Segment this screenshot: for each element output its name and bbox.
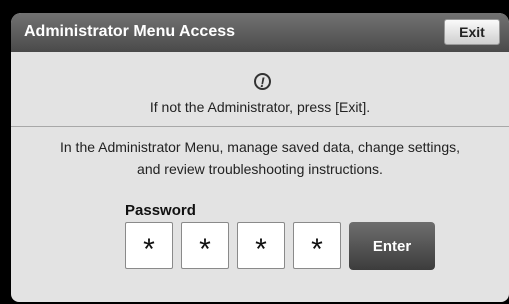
- description-line-1: In the Administrator Menu, manage saved …: [59, 139, 461, 155]
- dialog-title: Administrator Menu Access: [24, 23, 236, 40]
- dialog-titlebar: Administrator Menu Access Exit: [11, 13, 509, 52]
- password-label: Password: [125, 202, 196, 219]
- password-digit-1[interactable]: *: [125, 222, 173, 269]
- description-text: In the Administrator Menu, manage saved …: [11, 136, 509, 180]
- password-digit-3[interactable]: *: [237, 222, 285, 269]
- divider: [11, 126, 509, 127]
- password-digit-2[interactable]: *: [181, 222, 229, 269]
- notice-text: If not the Administrator, press [Exit].: [149, 99, 371, 115]
- description-line-2: and review troubleshooting instructions.: [137, 161, 383, 177]
- admin-menu-access-dialog: Administrator Menu Access Exit ! If not …: [11, 13, 509, 302]
- enter-button[interactable]: Enter: [349, 222, 435, 270]
- exclamation-circle-icon: !: [254, 73, 271, 90]
- password-digit-4[interactable]: *: [293, 222, 341, 269]
- exit-button[interactable]: Exit: [444, 19, 500, 45]
